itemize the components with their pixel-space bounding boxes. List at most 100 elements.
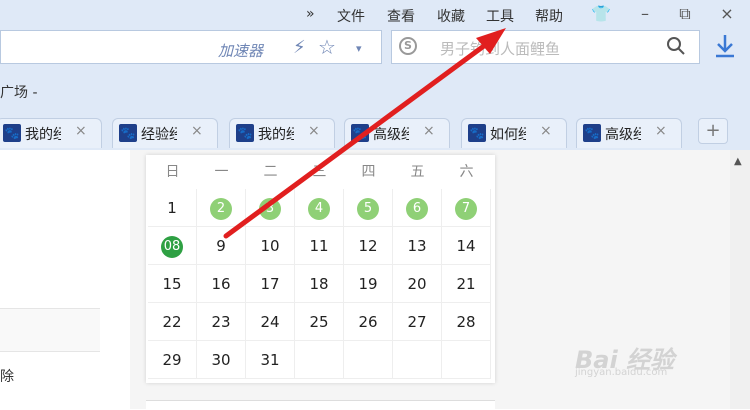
- calendar-day-label: 13: [407, 237, 427, 255]
- calendar-day-label: 3: [259, 197, 281, 220]
- calendar-day[interactable]: 16: [197, 265, 246, 303]
- restore-button[interactable]: ⧉: [675, 4, 695, 24]
- calendar-day-label: 23: [211, 313, 231, 331]
- skin-icon[interactable]: 👕: [591, 4, 611, 23]
- menu-view[interactable]: 查看: [387, 6, 415, 26]
- menu-tools[interactable]: 工具: [486, 6, 514, 26]
- calendar-day: [393, 341, 442, 379]
- calendar-day-label: 6: [406, 197, 428, 220]
- calendar-day-label: 24: [260, 313, 280, 331]
- calendar-day[interactable]: 13: [393, 227, 442, 265]
- calendar-day[interactable]: 29: [148, 341, 197, 379]
- weekday-header: 一: [214, 164, 229, 180]
- calendar-day[interactable]: 14: [442, 227, 491, 265]
- close-icon[interactable]: ×: [540, 123, 552, 139]
- calendar-day[interactable]: 10: [246, 227, 295, 265]
- calendar-day-label: 2: [210, 197, 232, 220]
- tab-label: 高级经: [373, 127, 409, 143]
- calendar-day-label: 31: [260, 351, 280, 369]
- tab-label: 经验经: [141, 127, 177, 143]
- calendar-day-label: 22: [162, 313, 182, 331]
- calendar-day[interactable]: 1: [148, 189, 197, 227]
- minimize-button[interactable]: –: [635, 4, 655, 23]
- calendar-day[interactable]: 11: [295, 227, 344, 265]
- scrollbar[interactable]: [730, 150, 750, 409]
- close-button[interactable]: ×: [717, 4, 737, 23]
- close-icon[interactable]: ×: [75, 123, 87, 139]
- menu-favorites[interactable]: 收藏: [437, 6, 465, 26]
- calendar-day[interactable]: 08: [148, 227, 197, 265]
- tab[interactable]: 🐾 经验经 ×: [112, 118, 218, 148]
- bolt-icon[interactable]: ⚡: [293, 37, 306, 58]
- menu-file[interactable]: 文件: [337, 6, 365, 26]
- calendar-day-label: 7: [455, 197, 477, 220]
- calendar-day[interactable]: 19: [344, 265, 393, 303]
- menu-help[interactable]: 帮助: [535, 6, 563, 26]
- bookmark-item[interactable]: 广场 -: [0, 82, 38, 102]
- calendar-day[interactable]: 4: [295, 189, 344, 227]
- paw-icon: 🐾: [3, 124, 21, 142]
- calendar-day: [344, 341, 393, 379]
- calendar-day[interactable]: 6: [393, 189, 442, 227]
- search-icon[interactable]: [666, 36, 686, 61]
- tab-label: 高级经: [605, 127, 641, 143]
- calendar-day[interactable]: 27: [393, 303, 442, 341]
- calendar-day-label: 9: [216, 237, 226, 255]
- download-icon[interactable]: [713, 33, 737, 65]
- calendar-day[interactable]: 23: [197, 303, 246, 341]
- close-icon[interactable]: ×: [655, 123, 667, 139]
- menu-more[interactable]: »: [306, 6, 315, 22]
- calendar-day[interactable]: 21: [442, 265, 491, 303]
- calendar-day[interactable]: 12: [344, 227, 393, 265]
- calendar-day[interactable]: 5: [344, 189, 393, 227]
- tab[interactable]: 🐾 高级经 ×: [344, 118, 450, 148]
- calendar-day-label: 27: [407, 313, 427, 331]
- new-tab-button[interactable]: +: [698, 118, 728, 144]
- calendar-day-label: 15: [162, 275, 182, 293]
- tab[interactable]: 🐾 我的经 ×: [0, 118, 102, 148]
- calendar-day[interactable]: 2: [197, 189, 246, 227]
- paw-icon: 🐾: [351, 124, 369, 142]
- calendar-day-label: 1: [167, 199, 177, 217]
- watermark-url: jingyan.baidu.com: [575, 367, 668, 378]
- paw-icon: 🐾: [119, 124, 137, 142]
- calendar-day[interactable]: 15: [148, 265, 197, 303]
- search-engine-icon[interactable]: S: [399, 37, 417, 55]
- calendar-day-label: 17: [260, 275, 280, 293]
- close-icon[interactable]: ×: [423, 123, 435, 139]
- calendar-day[interactable]: 3: [246, 189, 295, 227]
- tab-label: 我的经: [25, 127, 61, 143]
- calendar-day[interactable]: 26: [344, 303, 393, 341]
- search-placeholder: 男子钓到人面鲤鱼: [440, 40, 561, 58]
- star-icon[interactable]: ☆: [318, 35, 336, 59]
- left-panel-text[interactable]: 除: [0, 366, 14, 386]
- calendar-day-label: 08: [161, 235, 183, 258]
- calendar-day-label: 12: [358, 237, 378, 255]
- calendar-day-label: 18: [309, 275, 329, 293]
- calendar-day[interactable]: 20: [393, 265, 442, 303]
- calendar-day[interactable]: 9: [197, 227, 246, 265]
- scroll-up-icon[interactable]: ▲: [734, 156, 742, 167]
- calendar-day[interactable]: 25: [295, 303, 344, 341]
- calendar-day-label: 11: [309, 237, 329, 255]
- tab-label: 如何经: [490, 127, 526, 143]
- chevron-down-icon[interactable]: ▾: [356, 42, 362, 55]
- calendar-day[interactable]: 18: [295, 265, 344, 303]
- tab[interactable]: 🐾 高级经 ×: [576, 118, 682, 148]
- accelerator-label[interactable]: 加速器: [218, 40, 263, 61]
- close-icon[interactable]: ×: [308, 123, 320, 139]
- calendar-day[interactable]: 7: [442, 189, 491, 227]
- calendar-day[interactable]: 30: [197, 341, 246, 379]
- paw-icon: 🐾: [583, 124, 601, 142]
- close-icon[interactable]: ×: [191, 123, 203, 139]
- calendar-day[interactable]: 24: [246, 303, 295, 341]
- weekday-header: 三: [312, 164, 327, 180]
- calendar-day[interactable]: 17: [246, 265, 295, 303]
- calendar-day-label: 21: [456, 275, 476, 293]
- calendar-day[interactable]: 31: [246, 341, 295, 379]
- calendar-day: [295, 341, 344, 379]
- calendar-day[interactable]: 28: [442, 303, 491, 341]
- tab[interactable]: 🐾 我的经 ×: [229, 118, 335, 148]
- calendar-day[interactable]: 22: [148, 303, 197, 341]
- tab[interactable]: 🐾 如何经 ×: [461, 118, 567, 148]
